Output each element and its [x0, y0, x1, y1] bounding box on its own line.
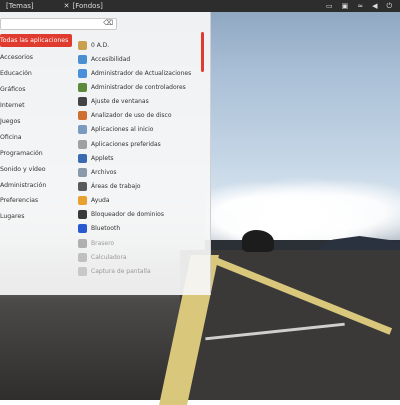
app-item[interactable]: Ayuda: [78, 194, 198, 208]
app-icon: [78, 82, 87, 92]
app-icon: [78, 181, 87, 191]
app-item[interactable]: Applets: [78, 151, 198, 165]
app-icon: [78, 139, 87, 149]
category-item[interactable]: Juegos: [0, 114, 75, 130]
volume-icon[interactable]: ◀: [372, 2, 377, 10]
app-icon: [78, 167, 87, 177]
tray-icon[interactable]: ▣: [342, 2, 349, 10]
app-item[interactable]: 0 A.D.: [78, 38, 198, 52]
top-panel: [Temas] ✕ [Fondos] ▭ ▣ ≈ ◀ ⏻: [0, 0, 400, 12]
app-label: Calculadora: [91, 253, 127, 261]
app-item[interactable]: Captura de pantalla: [78, 264, 198, 278]
app-icon: [78, 97, 87, 107]
app-label: Captura de pantalla: [91, 267, 151, 275]
tools-icon: ✕: [63, 2, 70, 10]
category-item[interactable]: Oficina: [0, 129, 75, 145]
app-label: Analizador de uso de disco: [91, 112, 172, 120]
app-item[interactable]: Bloqueador de dominios: [78, 208, 198, 222]
application-list: 0 A.D. Accesibilidad Administrador de Actu…: [78, 38, 198, 278]
app-label: Applets: [91, 154, 114, 162]
wallpaper-rock: [242, 230, 274, 252]
app-icon: [78, 125, 87, 135]
app-icon: [78, 266, 87, 276]
app-icon: [78, 40, 87, 50]
search-input[interactable]: ⌫: [0, 18, 117, 30]
search-clear-icon[interactable]: ⌫: [103, 19, 113, 27]
app-icon: [78, 196, 87, 206]
category-item[interactable]: Sonido y vídeo: [0, 161, 75, 177]
app-icon: [78, 54, 87, 64]
category-item[interactable]: Accesorios: [0, 50, 75, 66]
app-label: Accesibilidad: [91, 55, 131, 63]
category-item[interactable]: Internet: [0, 98, 75, 114]
app-icon: [78, 68, 87, 78]
category-item[interactable]: Educación: [0, 66, 75, 82]
app-label: Áreas de trabajo: [91, 182, 141, 190]
scrollbar[interactable]: [201, 32, 204, 72]
app-label: Aplicaciones preferidas: [91, 140, 161, 148]
category-item[interactable]: Preferencias: [0, 193, 75, 209]
app-item[interactable]: Administrador de controladores: [78, 80, 198, 94]
app-item[interactable]: Administrador de Actualizaciones: [78, 66, 198, 80]
application-menu: ⌫ Todas las aplicaciones Accesorios Educ…: [0, 12, 211, 295]
tray-icon[interactable]: ▭: [326, 2, 333, 10]
power-icon[interactable]: ⏻: [386, 2, 392, 11]
app-item[interactable]: Aplicaciones al inicio: [78, 123, 198, 137]
app-label: Ayuda: [91, 197, 110, 205]
category-item[interactable]: Programación: [0, 145, 75, 161]
panel-window-fondos-label: [Fondos]: [72, 2, 103, 10]
app-item[interactable]: Bluetooth: [78, 222, 198, 236]
app-item[interactable]: Áreas de trabajo: [78, 179, 198, 193]
app-item[interactable]: Calculadora: [78, 250, 198, 264]
app-icon: [78, 153, 87, 163]
app-item[interactable]: Ajuste de ventanas: [78, 95, 198, 109]
app-label: Brasero: [91, 239, 115, 247]
system-tray: ▭ ▣ ≈ ◀ ⏻: [326, 2, 400, 11]
app-label: Bluetooth: [91, 225, 121, 233]
app-icon: [78, 252, 87, 262]
app-label: Archivos: [91, 168, 117, 176]
panel-window-temas[interactable]: [Temas]: [0, 2, 40, 10]
app-icon: [78, 238, 87, 248]
app-item[interactable]: Aplicaciones preferidas: [78, 137, 198, 151]
app-label: 0 A.D.: [91, 41, 110, 49]
app-label: Bloqueador de dominios: [91, 211, 164, 219]
category-item[interactable]: Gráficos: [0, 82, 75, 98]
app-item[interactable]: Brasero: [78, 236, 198, 250]
category-item[interactable]: Administración: [0, 177, 75, 193]
app-icon: [78, 111, 87, 121]
network-icon[interactable]: ≈: [357, 2, 363, 10]
app-label: Administrador de Actualizaciones: [91, 69, 192, 77]
category-list: Todas las aplicaciones Accesorios Educac…: [0, 34, 75, 225]
app-label: Aplicaciones al inicio: [91, 126, 154, 134]
app-item[interactable]: Accesibilidad: [78, 52, 198, 66]
app-icon: [78, 224, 87, 234]
app-icon: [78, 210, 87, 220]
panel-window-fondos[interactable]: ✕ [Fondos]: [64, 2, 103, 10]
category-all-apps[interactable]: Todas las aplicaciones: [0, 34, 72, 47]
app-label: Administrador de controladores: [91, 83, 186, 91]
app-item[interactable]: Analizador de uso de disco: [78, 109, 198, 123]
app-label: Ajuste de ventanas: [91, 98, 149, 106]
app-item[interactable]: Archivos: [78, 165, 198, 179]
category-item[interactable]: Lugares: [0, 209, 75, 225]
